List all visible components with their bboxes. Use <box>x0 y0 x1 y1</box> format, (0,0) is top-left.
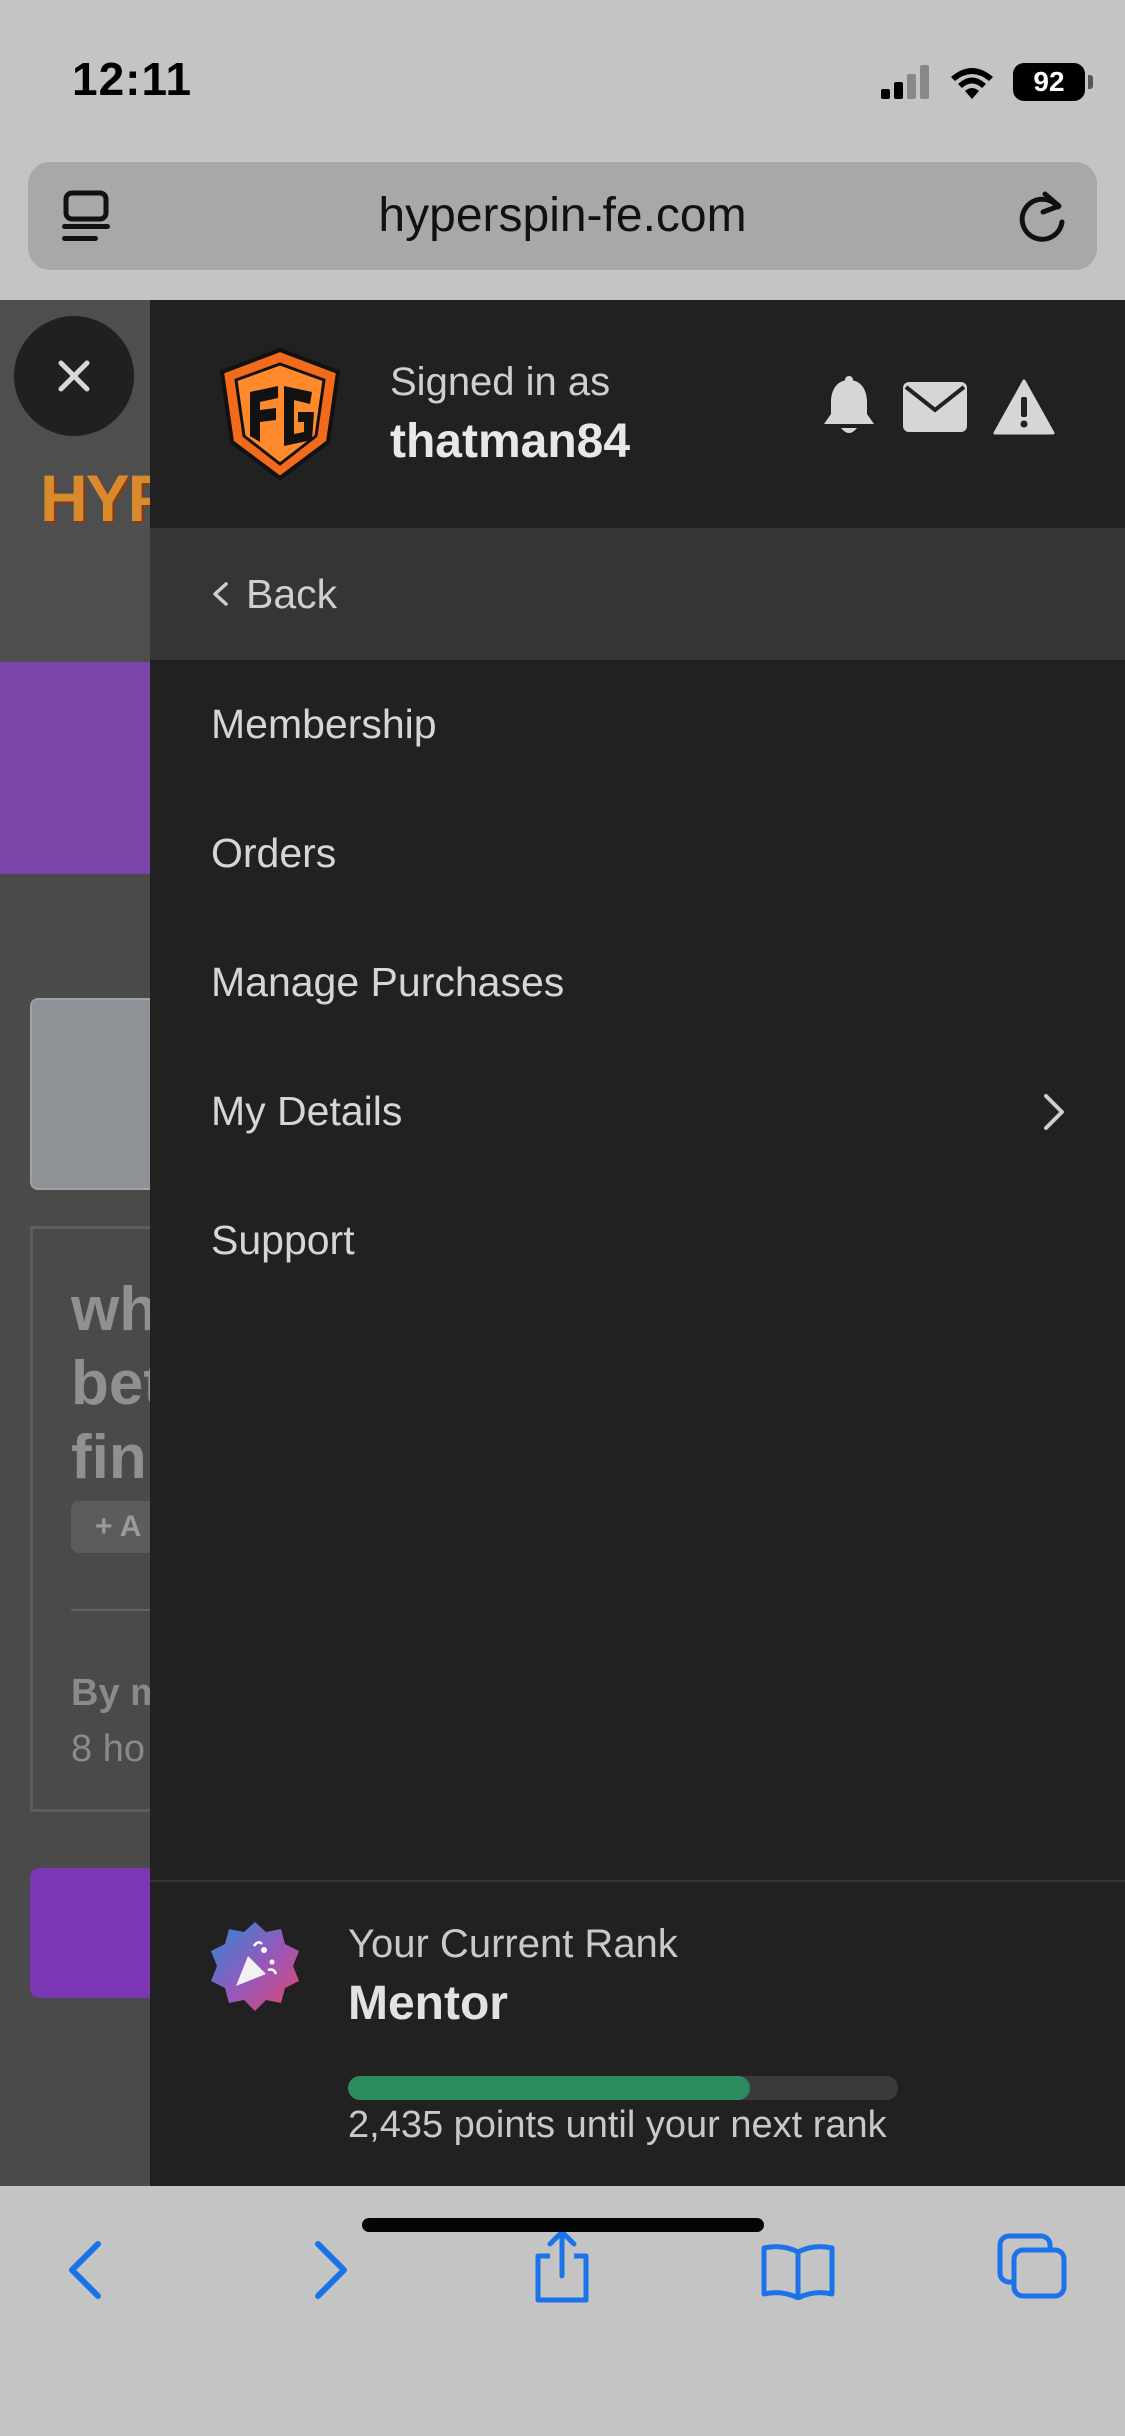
header-icons <box>821 376 1055 438</box>
rank-progress-bar <box>348 2076 898 2100</box>
warning-icon[interactable] <box>993 379 1055 435</box>
battery-level: 92 <box>1033 66 1065 97</box>
rank-name: Mentor <box>348 1977 508 2030</box>
username: thatman84 <box>390 415 631 468</box>
menu-item-label: Support <box>211 1217 355 1263</box>
home-indicator <box>362 2218 764 2232</box>
content-block <box>30 998 150 1190</box>
rank-label: Your Current Rank <box>348 1922 678 1966</box>
divider <box>71 1609 150 1611</box>
purple-button <box>30 1868 150 1998</box>
forward-icon[interactable] <box>308 2238 352 2302</box>
menu-item-label: My Details <box>211 1088 403 1134</box>
menu-item-label: Membership <box>211 701 437 747</box>
signed-in-label: Signed in as <box>390 360 611 404</box>
menu-item-support[interactable]: Support <box>150 1176 1125 1305</box>
reload-icon[interactable] <box>1015 188 1069 244</box>
background-page: HYP wh bet fin + A By m 8 ho <box>0 300 150 2186</box>
drawer-header: Signed in as thatman84 <box>150 300 1125 528</box>
add-button: + A <box>71 1501 150 1553</box>
bell-icon[interactable] <box>821 376 877 438</box>
topic-title-line: fin <box>71 1423 147 1492</box>
menu-item-my-details[interactable]: My Details <box>150 1047 1125 1176</box>
address-bar[interactable]: hyperspin-fe.com <box>28 162 1097 270</box>
rank-progress-fill <box>348 2076 750 2100</box>
topic-title-line: wh <box>71 1275 150 1344</box>
close-menu-button[interactable] <box>14 316 134 436</box>
wifi-icon <box>951 68 993 99</box>
chevron-left-icon <box>213 582 228 606</box>
topic-title: wh bet fin <box>71 1273 150 1495</box>
account-drawer: Signed in as thatman84 Back Membership O… <box>150 300 1125 2186</box>
url-text[interactable]: hyperspin-fe.com <box>28 162 1097 270</box>
topic-title-line: bet <box>71 1349 150 1418</box>
back-button[interactable]: Back <box>150 528 1125 660</box>
envelope-icon[interactable] <box>903 382 967 432</box>
topic-time: 8 ho <box>71 1728 145 1770</box>
menu-item-orders[interactable]: Orders <box>150 789 1125 918</box>
party-popper-badge-icon <box>211 1922 299 2011</box>
menu-item-membership[interactable]: Membership <box>150 660 1125 789</box>
menu-item-manage-purchases[interactable]: Manage Purchases <box>150 918 1125 1047</box>
account-menu: Membership Orders Manage Purchases My De… <box>150 660 1125 1305</box>
menu-item-label: Manage Purchases <box>211 959 565 1005</box>
clock: 12:11 <box>72 53 193 105</box>
site-logo: HYP <box>40 461 150 535</box>
topic-card: wh bet fin + A By m 8 ho <box>30 1226 150 1812</box>
back-icon[interactable] <box>64 2238 108 2302</box>
hyperspin-logo <box>219 347 341 481</box>
promo-banner <box>0 662 150 874</box>
status-icons: 92 <box>881 58 1093 106</box>
share-icon[interactable] <box>530 2228 594 2304</box>
topic-author: By m <box>71 1672 150 1714</box>
cellular-signal-icon <box>881 65 929 99</box>
points-until-next-rank: 2,435 points until your next rank <box>348 2104 887 2146</box>
battery-icon: 92 <box>1013 63 1093 101</box>
back-label: Back <box>246 571 338 617</box>
rank-section: Your Current Rank Mentor 2,435 points un… <box>150 1880 1125 2188</box>
status-bar: 12:11 92 <box>0 0 1125 150</box>
menu-item-label: Orders <box>211 830 337 876</box>
close-icon <box>58 360 90 392</box>
tabs-icon[interactable] <box>996 2232 1068 2300</box>
bookmarks-icon[interactable] <box>760 2242 836 2300</box>
chevron-right-icon <box>1044 1094 1064 1130</box>
